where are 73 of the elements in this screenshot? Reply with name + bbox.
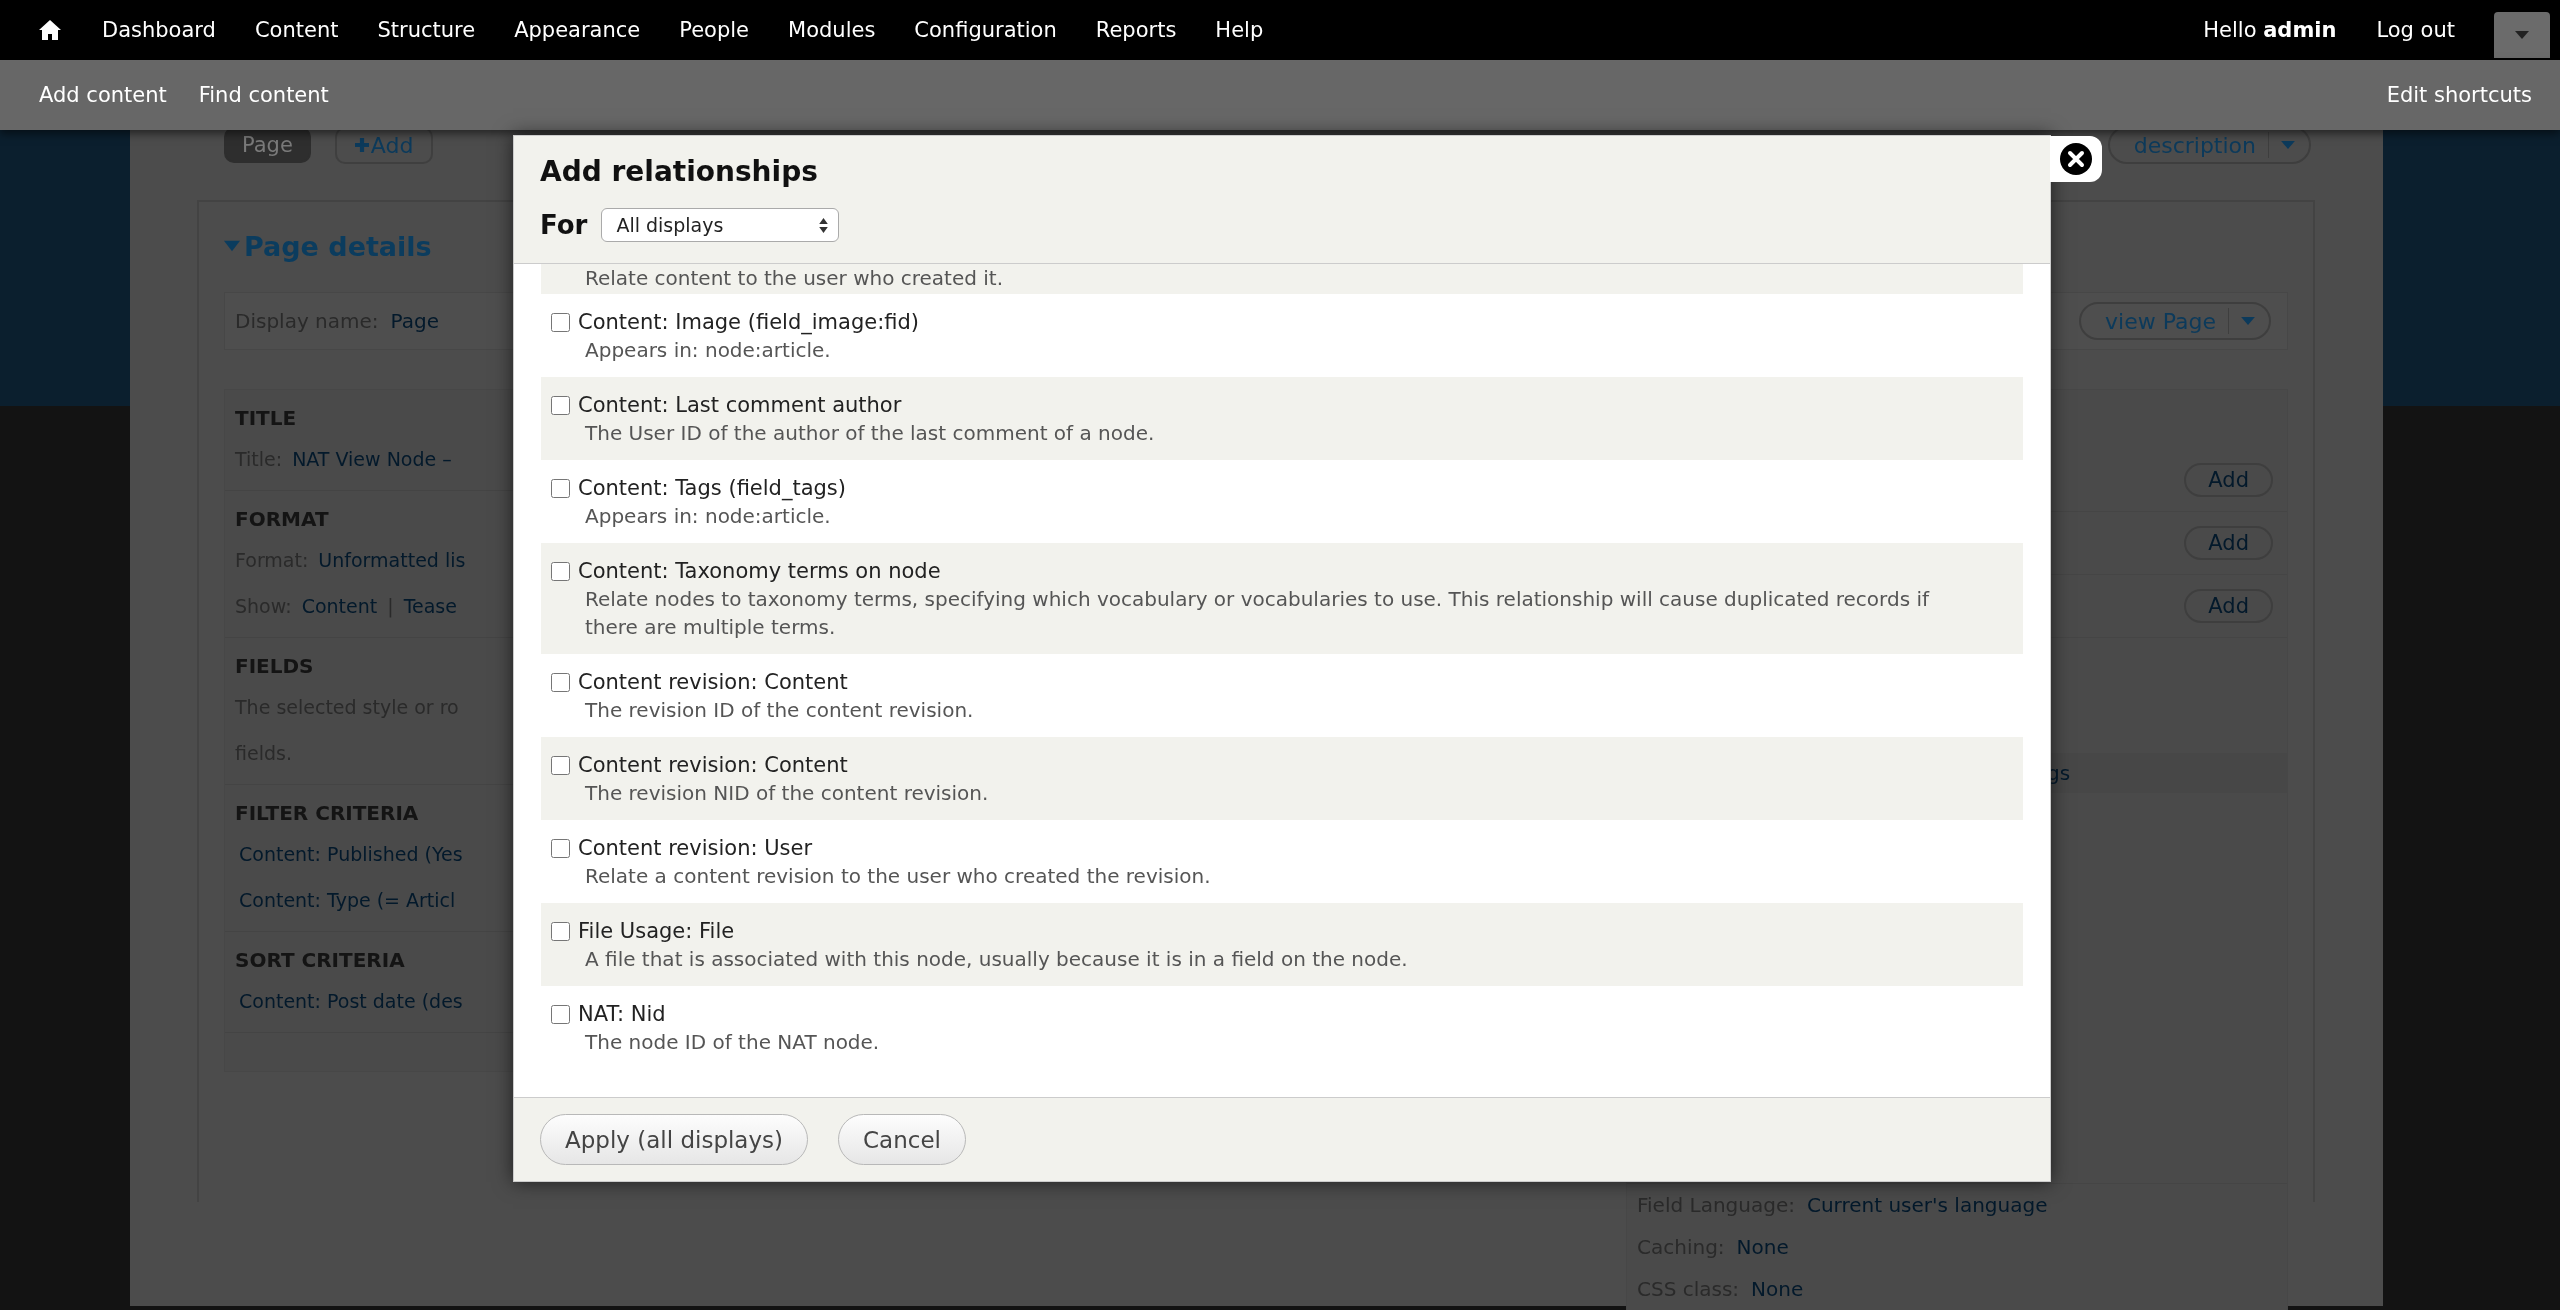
for-label: For — [540, 210, 588, 240]
setting-link[interactable]: None — [1736, 1235, 1789, 1259]
caret-icon — [2241, 317, 2255, 325]
relationship-label: Content revision: User — [578, 835, 813, 862]
shortcut-link[interactable]: Find content — [198, 83, 329, 107]
toolbar-toggle-button[interactable] — [2494, 12, 2550, 58]
greeting-text: Hello admin — [2203, 18, 2337, 42]
caret-icon — [2281, 141, 2295, 149]
criteria-link[interactable]: Content: Type (= Articl — [239, 877, 456, 923]
relationship-label: Content: Taxonomy terms on node — [578, 558, 941, 585]
checkbox[interactable] — [551, 478, 570, 498]
setting-link[interactable]: Content — [301, 583, 378, 629]
details-toggle[interactable]: Page details — [224, 226, 432, 266]
relationship-label: File Usage: File — [578, 918, 735, 945]
dialog-button[interactable]: Apply (all displays) — [540, 1114, 809, 1165]
toolbar-menu-item[interactable]: Modules — [788, 18, 876, 42]
relationship-label: Content: Image (field_image:fid) — [578, 309, 919, 336]
dropbutton[interactable]: view Page — [2079, 302, 2271, 340]
toolbar-menu-item[interactable]: People — [679, 18, 750, 42]
relationship-label: Content revision: Content — [578, 669, 848, 696]
logout-link[interactable]: Log out — [2376, 18, 2455, 42]
shortcut-link[interactable]: Add content — [39, 83, 167, 107]
checkbox[interactable] — [551, 395, 570, 415]
relationship-description: A file that is associated with this node, usually because it is in a field on the node. — [584, 946, 1409, 973]
caret-icon — [2515, 31, 2529, 39]
dialog-title: Add relationships — [540, 154, 819, 190]
display-name-link[interactable]: Page — [390, 309, 439, 333]
relationship-description: Relate nodes to taxonomy terms, specifying which vocabulary or vocabularies to use. This relationship will cause duplicated records if there are multiple terms. — [584, 586, 1931, 641]
toolbar-menu-item[interactable]: Content — [254, 18, 339, 42]
setting-link[interactable]: NAT View Node – — [292, 436, 452, 482]
checkbox[interactable] — [551, 921, 570, 941]
checkbox[interactable] — [551, 1004, 570, 1024]
display-select[interactable]: All displays — [601, 208, 840, 242]
plus-icon — [354, 138, 369, 152]
edit-shortcuts-link[interactable]: Edit shortcuts — [2386, 83, 2532, 107]
relationship-label: NAT: Nid — [578, 1001, 666, 1028]
relationship-description: The revision ID of the content revision. — [584, 697, 975, 724]
toolbar-menu-item[interactable]: Reports — [1095, 18, 1177, 42]
close-button[interactable] — [2050, 136, 2102, 182]
toolbar-menu-item[interactable]: Appearance — [514, 18, 641, 42]
setting-link[interactable]: Unformatted lis — [318, 537, 466, 583]
relationship-label: Content: Tags (field_tags) — [578, 475, 846, 502]
criteria-link[interactable]: Content: Post date (des — [239, 978, 463, 1024]
add-button[interactable]: Add — [2184, 526, 2273, 560]
relationship-label: Content revision: Content — [578, 752, 848, 779]
relationship-description: Appears in: node:article. — [584, 337, 832, 364]
setting-link[interactable]: Tease — [403, 583, 457, 629]
toolbar-menu-item[interactable]: Structure — [377, 18, 476, 42]
relationship-description: Relate content to the user who created it. — [585, 265, 1005, 292]
checkbox[interactable] — [551, 838, 570, 858]
setting-link[interactable]: None — [1751, 1277, 1804, 1301]
relationship-description: The node ID of the NAT node. — [584, 1029, 881, 1056]
add-button[interactable]: Add — [2184, 589, 2273, 623]
checkbox[interactable] — [551, 312, 570, 332]
checkbox[interactable] — [551, 561, 570, 581]
toolbar-menu-item[interactable]: Help — [1215, 18, 1264, 42]
checkbox[interactable] — [551, 755, 570, 775]
dialog-button[interactable]: Cancel — [838, 1114, 966, 1165]
home-icon[interactable] — [38, 19, 62, 41]
setting-link[interactable]: Current user's language — [1806, 1193, 2048, 1217]
relationship-description: The revision NID of the content revision. — [584, 780, 990, 807]
relationship-description: Appears in: node:article. — [584, 503, 832, 530]
relationship-label: Content: Last comment author — [578, 392, 902, 419]
add-button[interactable]: Add — [2184, 463, 2273, 497]
checkbox[interactable] — [551, 672, 570, 692]
relationship-description: The User ID of the author of the last comment of a node. — [584, 420, 1156, 447]
toolbar-menu-item[interactable]: Configuration — [914, 18, 1057, 42]
toolbar-menu-item[interactable]: Dashboard — [102, 18, 216, 42]
triangle-icon — [224, 238, 240, 254]
relationship-description: Relate a content revision to the user who created the revision. — [584, 863, 1212, 890]
separator-text: | — [387, 594, 394, 620]
updown-arrows-icon — [819, 217, 829, 233]
criteria-link[interactable]: Content: Published (Yes — [239, 831, 463, 877]
